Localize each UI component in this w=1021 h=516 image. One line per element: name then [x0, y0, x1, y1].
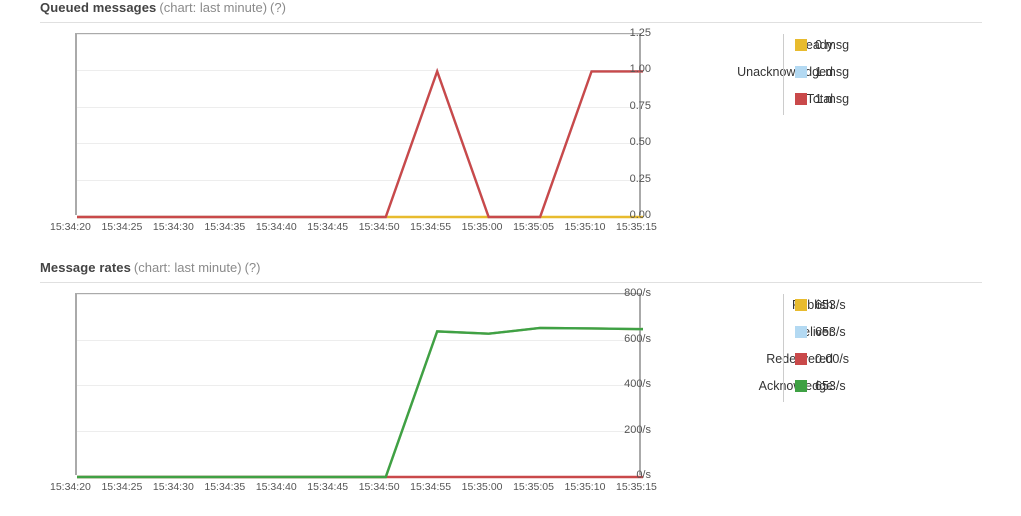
x-axis-tick-label: 15:35:05 — [513, 481, 554, 493]
legend-divider — [783, 294, 784, 321]
x-axis-tick-label: 15:34:35 — [204, 481, 246, 493]
section-title: Message rates — [40, 260, 131, 275]
series-line — [77, 67, 643, 219]
y-axis-tick-label: 0.50 — [629, 136, 651, 149]
x-axis-tick-label: 15:34:45 — [307, 221, 349, 233]
y-axis-tick-label: 800/s — [624, 287, 651, 299]
legend-row: Total 1 msg — [660, 88, 960, 115]
x-axis-tick-label: 15:35:15 — [616, 481, 657, 493]
y-axis-tick-label: 600/s — [624, 332, 651, 345]
page-title: Queued messages — [40, 0, 157, 15]
series-line — [77, 326, 644, 479]
series-layer — [77, 326, 644, 479]
x-axis-tick-label: 15:34:35 — [204, 221, 246, 233]
x-axis-tick-label: 15:34:55 — [410, 481, 452, 493]
message-rates-header: Message rates (chart: last minute) (?) — [40, 260, 982, 283]
x-axis-tick-label: 15:35:10 — [564, 481, 606, 493]
legend-divider — [783, 61, 784, 88]
x-axis-tick-label: 15:34:45 — [307, 481, 349, 493]
series-line — [77, 326, 644, 479]
legend-row: Unacknowledged 1 msg — [660, 61, 960, 88]
y-axis-tick-label: 0/s — [636, 469, 651, 481]
legend-divider — [783, 348, 784, 375]
y-axis-tick-label: 0.00 — [629, 209, 651, 221]
x-axis-tick-label: 15:34:40 — [255, 221, 297, 233]
legend-divider — [783, 88, 784, 115]
series-line — [77, 67, 643, 219]
x-axis-tick-label: 15:34:50 — [358, 481, 400, 493]
legend-row: Acknowledge653/s — [660, 375, 960, 402]
legend-value: 653/s — [815, 379, 846, 393]
legend-row: Deliver 653/s — [660, 321, 960, 348]
legend-color-swatch — [795, 380, 807, 392]
message-rates-plot: 0/s 200/s 400/s 600/s 800/s 15:34:20 15:34:25 1… — [0, 284, 657, 505]
chart-period-label: (chart: last minute) — [133, 260, 242, 275]
legend-value: 0 msg — [815, 38, 850, 52]
x-axis-tick-label: 15:34:30 — [152, 481, 194, 493]
legend-color-swatch — [795, 39, 807, 51]
legend-value: 1 msg — [815, 92, 850, 106]
x-axis-tick-label: 15:34:20 — [50, 221, 91, 233]
y-axis-tick-label: 0.25 — [629, 172, 651, 185]
queued-messages-header: Queued messages (chart: last minute) (?) — [40, 0, 982, 23]
legend-row: Redelivered0.00/s — [660, 348, 960, 375]
x-axis-tick-label: 15:35:10 — [564, 221, 606, 233]
x-axis-tick-label: 15:35:00 — [461, 221, 503, 233]
x-axis-tick-label: 15:34:30 — [152, 221, 194, 233]
legend-value: 653/s — [815, 298, 846, 312]
legend-value: 1 msg — [815, 65, 850, 79]
chart-period-label: (chart: last minute) — [159, 0, 268, 15]
series-line — [77, 326, 644, 479]
y-axis-tick-label: 400/s — [624, 378, 651, 390]
plot-area — [75, 293, 644, 479]
x-axis-tick-label: 15:34:40 — [255, 481, 297, 493]
legend-color-swatch — [795, 353, 807, 365]
x-axis-tick-label: 15:35:15 — [616, 221, 657, 233]
x-axis-tick-label: 15:34:20 — [50, 481, 91, 493]
legend-row: Publish 653/s — [660, 294, 960, 321]
y-axis-tick-label: 1.00 — [629, 63, 651, 76]
x-axis-tick-label: 15:34:55 — [410, 221, 452, 233]
x-axis-tick-label: 15:34:25 — [101, 221, 143, 233]
legend-value: 0.00/s — [815, 352, 850, 366]
legend-divider — [783, 34, 784, 61]
legend-divider — [783, 375, 784, 402]
y-axis-tick-label: 1.25 — [629, 27, 651, 39]
queued-messages-legend: Ready 0 msg Unacknowledged 1 msg Total 1 msg — [660, 34, 960, 115]
x-axis-tick-label: 15:34:50 — [358, 221, 400, 233]
x-axis-tick-label: 15:35:00 — [461, 481, 503, 493]
queued-messages-plot: 0.00 0.25 0.50 0.75 1.00 1.25 15:34:20 15:34:25… — [0, 24, 657, 245]
legend-value: 653/s — [815, 325, 846, 339]
message-rates-legend: Publish653/sDeliver653/sRedelivered0.00/… — [660, 294, 960, 402]
legend-row: Ready 0 msg — [660, 34, 960, 61]
x-axis-tick-label: 15:34:25 — [101, 481, 143, 493]
help-icon[interactable]: (?) — [270, 0, 286, 15]
legend-color-swatch — [795, 299, 807, 311]
x-axis-tick-label: 15:35:05 — [513, 221, 554, 233]
plot-area — [75, 33, 643, 219]
legend-color-swatch — [795, 66, 807, 78]
legend-divider — [783, 321, 784, 348]
help-icon[interactable]: (?) — [245, 260, 261, 275]
y-axis-tick-label: 200/s — [624, 423, 651, 436]
y-axis-tick-label: 0.75 — [629, 99, 651, 112]
series-layer — [77, 67, 643, 219]
legend-color-swatch — [795, 326, 807, 338]
legend-color-swatch — [795, 93, 807, 105]
